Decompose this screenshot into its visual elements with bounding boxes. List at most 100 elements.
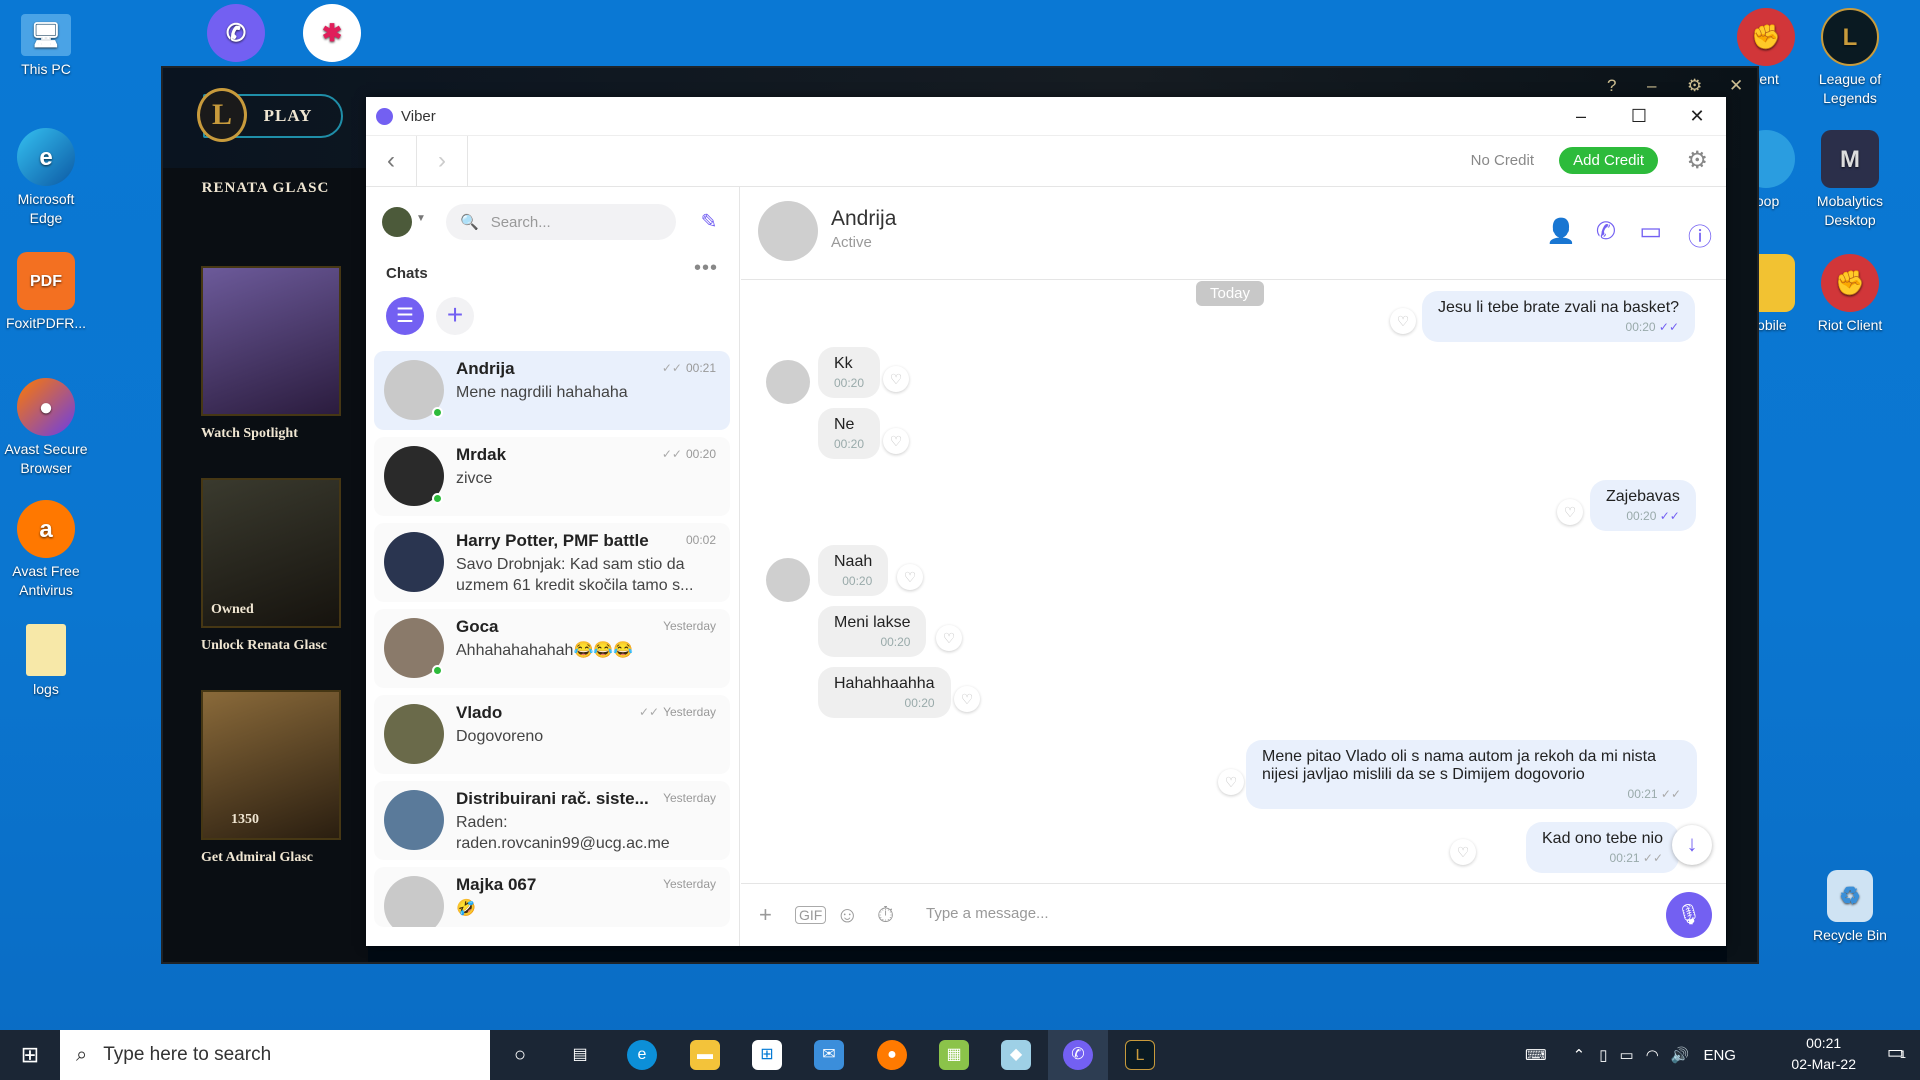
desktop-icon-recycle-bin[interactable]: ♻ Recycle Bin — [1804, 870, 1896, 945]
desktop-icon-avast-antivirus[interactable]: a Avast Free Antivirus — [0, 500, 92, 600]
taskbar-clock[interactable]: 00:21 02-Mar-22 — [1791, 1033, 1856, 1075]
message-incoming[interactable]: Kk 00:20 — [818, 347, 881, 398]
taskbar-search-input[interactable]: ⌕ Type here to search — [60, 1030, 490, 1080]
microphone-button[interactable]: 🎙 — [1666, 892, 1712, 938]
desktop-icon-slack[interactable]: ✱ — [286, 4, 378, 66]
chat-filter-button[interactable]: ☰ — [386, 297, 424, 335]
gear-icon[interactable]: ⚙ — [1686, 146, 1708, 175]
info-icon[interactable]: ⓘ — [1688, 217, 1712, 252]
message-time: 00:21 ✓✓ — [1609, 851, 1663, 865]
scroll-to-bottom-button[interactable]: ↓ — [1672, 825, 1712, 865]
desktop-icon-edge[interactable]: e Microsoft Edge — [0, 128, 92, 228]
contact-avatar[interactable] — [758, 201, 818, 261]
notification-center-button[interactable]: ▭1 — [1887, 1042, 1906, 1063]
like-icon[interactable]: ♡ — [1450, 839, 1476, 865]
message-outgoing[interactable]: Jesu li tebe brate zvali na basket? 00:2… — [1422, 291, 1696, 342]
timer-icon[interactable]: ⏱ — [877, 902, 894, 928]
language-indicator[interactable]: ENG — [1703, 1047, 1736, 1064]
desktop-icon-logs[interactable]: logs — [0, 624, 92, 699]
message-incoming[interactable]: Meni lakse 00:20 — [818, 606, 927, 657]
volume-icon[interactable]: 🔊 — [1671, 1046, 1690, 1064]
search-input[interactable]: 🔍 Search... — [446, 204, 676, 240]
chat-item-andrija[interactable]: Andrija Mene nagrdili hahahaha ✓✓ 00:21 — [374, 351, 730, 430]
lol-help-button[interactable]: ? — [1607, 76, 1616, 96]
clock-time: 00:21 — [1806, 1035, 1842, 1051]
close-button[interactable]: ✕ — [1668, 97, 1726, 136]
chevron-up-icon[interactable]: ⌃ — [1573, 1046, 1586, 1064]
like-icon[interactable]: ♡ — [1390, 308, 1416, 334]
my-avatar[interactable] — [382, 207, 412, 237]
start-button[interactable]: ⊞ — [0, 1030, 60, 1080]
lol-skin-card-spotlight[interactable] — [201, 266, 341, 416]
viber-taskbar-active[interactable]: ✆ — [1048, 1030, 1108, 1080]
desktop-icon-foxit[interactable]: PDF FoxitPDFR... — [0, 252, 92, 333]
add-participant-icon[interactable]: 👤 — [1546, 217, 1576, 246]
minimize-button[interactable]: – — [1552, 97, 1610, 136]
message-text: Mene pitao Vlado oli s nama autom ja rek… — [1262, 748, 1656, 783]
add-filter-button[interactable]: + — [436, 297, 474, 335]
lol-settings-button[interactable]: ⚙ — [1687, 76, 1702, 96]
message-outgoing[interactable]: Kad ono tebe nio 00:21 ✓✓ — [1526, 822, 1679, 873]
gif-icon[interactable]: GIF — [795, 906, 827, 924]
message-outgoing[interactable]: Zajebavas 00:20 ✓✓ — [1590, 480, 1696, 531]
chat-item-goca[interactable]: Goca Ahhahahahahah😂😂😂 Yesterday — [374, 609, 730, 688]
desktop-icon-riot-client[interactable]: ✊ Riot Client — [1804, 254, 1896, 335]
like-icon[interactable]: ♡ — [897, 564, 923, 590]
mail-icon[interactable]: ✉ — [814, 1040, 844, 1070]
chat-item-distribuirani[interactable]: Distribuirani rač. siste... Raden: raden… — [374, 781, 730, 860]
search-placeholder: Search... — [490, 213, 551, 231]
lol-close-button[interactable]: ✕ — [1729, 76, 1743, 96]
app-taskbar-icon[interactable]: ◆ — [1001, 1040, 1031, 1070]
store-icon[interactable]: ⊞ — [752, 1040, 782, 1070]
file-explorer-icon[interactable]: ▬ — [690, 1040, 720, 1070]
lol-minimize-button[interactable]: – — [1647, 76, 1656, 96]
edge-taskbar-icon[interactable]: e — [627, 1040, 657, 1070]
task-view-icon[interactable]: ▤ — [565, 1040, 595, 1070]
chat-item-mrdak[interactable]: Mrdak zivce ✓✓ 00:20 — [374, 437, 730, 516]
like-icon[interactable]: ♡ — [883, 428, 909, 454]
desktop-icon-avast-browser[interactable]: ● Avast Secure Browser — [0, 378, 92, 478]
avast-browser-taskbar-icon[interactable]: ● — [877, 1040, 907, 1070]
message-incoming[interactable]: Hahahhaahha 00:20 — [818, 667, 951, 718]
like-icon[interactable]: ♡ — [936, 625, 962, 651]
add-credit-button[interactable]: Add Credit — [1559, 147, 1658, 174]
chat-item-harry-potter[interactable]: Harry Potter, PMF battle Savo Drobnjak: … — [374, 523, 730, 602]
desktop-icon-viber[interactable]: ✆ — [190, 4, 282, 66]
attach-plus-icon[interactable]: + — [759, 902, 772, 928]
like-icon[interactable]: ♡ — [954, 686, 980, 712]
chat-name: Majka 067 — [456, 875, 537, 894]
chevron-down-icon[interactable]: ▼ — [416, 213, 426, 224]
avast-antivirus-icon: a — [17, 500, 75, 558]
call-icon[interactable]: ✆ — [1596, 217, 1616, 246]
message-incoming[interactable]: Ne 00:20 — [818, 408, 881, 459]
back-button[interactable]: ‹ — [366, 135, 417, 187]
video-call-icon[interactable]: ▭ — [1639, 217, 1662, 246]
desktop-icon-mobalytics[interactable]: M Mobalytics Desktop — [1804, 130, 1896, 230]
desktop-icon-league[interactable]: L League of Legends — [1804, 8, 1896, 108]
battery-icon[interactable]: ▭ — [1620, 1046, 1634, 1064]
lol-skin-card-admiral[interactable]: 1350 — [201, 690, 341, 840]
wifi-icon[interactable]: ◠ — [1646, 1046, 1659, 1064]
compose-icon[interactable]: ✎ — [696, 209, 722, 235]
message-incoming[interactable]: Naah 00:20 — [818, 545, 889, 596]
message-outgoing[interactable]: Mene pitao Vlado oli s nama autom ja rek… — [1246, 740, 1697, 809]
message-input[interactable]: Type a message... — [926, 905, 1049, 922]
lol-skin-card-owned[interactable]: Owned — [201, 478, 341, 628]
desktop-icon-this-pc[interactable]: 🖥 This PC — [0, 8, 92, 79]
avast-browser-icon: ● — [17, 378, 75, 436]
like-icon[interactable]: ♡ — [883, 366, 909, 392]
more-options-icon[interactable]: ••• — [694, 257, 718, 280]
keyboard-icon[interactable]: ⌨ — [1525, 1046, 1547, 1064]
like-icon[interactable]: ♡ — [1557, 499, 1583, 525]
sticker-icon[interactable]: ☺ — [836, 902, 858, 928]
league-taskbar-icon[interactable]: L — [1125, 1040, 1155, 1070]
maximize-button[interactable]: ☐ — [1610, 97, 1668, 136]
cortana-icon[interactable]: ○ — [505, 1040, 535, 1070]
chat-item-vlado[interactable]: Vlado Dogovoreno ✓✓ Yesterday — [374, 695, 730, 774]
chat-item-majka[interactable]: Majka 067 🤣 Yesterday — [374, 867, 730, 927]
app-taskbar-icon[interactable]: ▦ — [939, 1040, 969, 1070]
contact-name[interactable]: Andrija — [831, 207, 896, 231]
device-icon[interactable]: ▯ — [1599, 1046, 1607, 1064]
like-icon[interactable]: ♡ — [1218, 769, 1244, 795]
forward-button[interactable]: › — [417, 135, 468, 187]
